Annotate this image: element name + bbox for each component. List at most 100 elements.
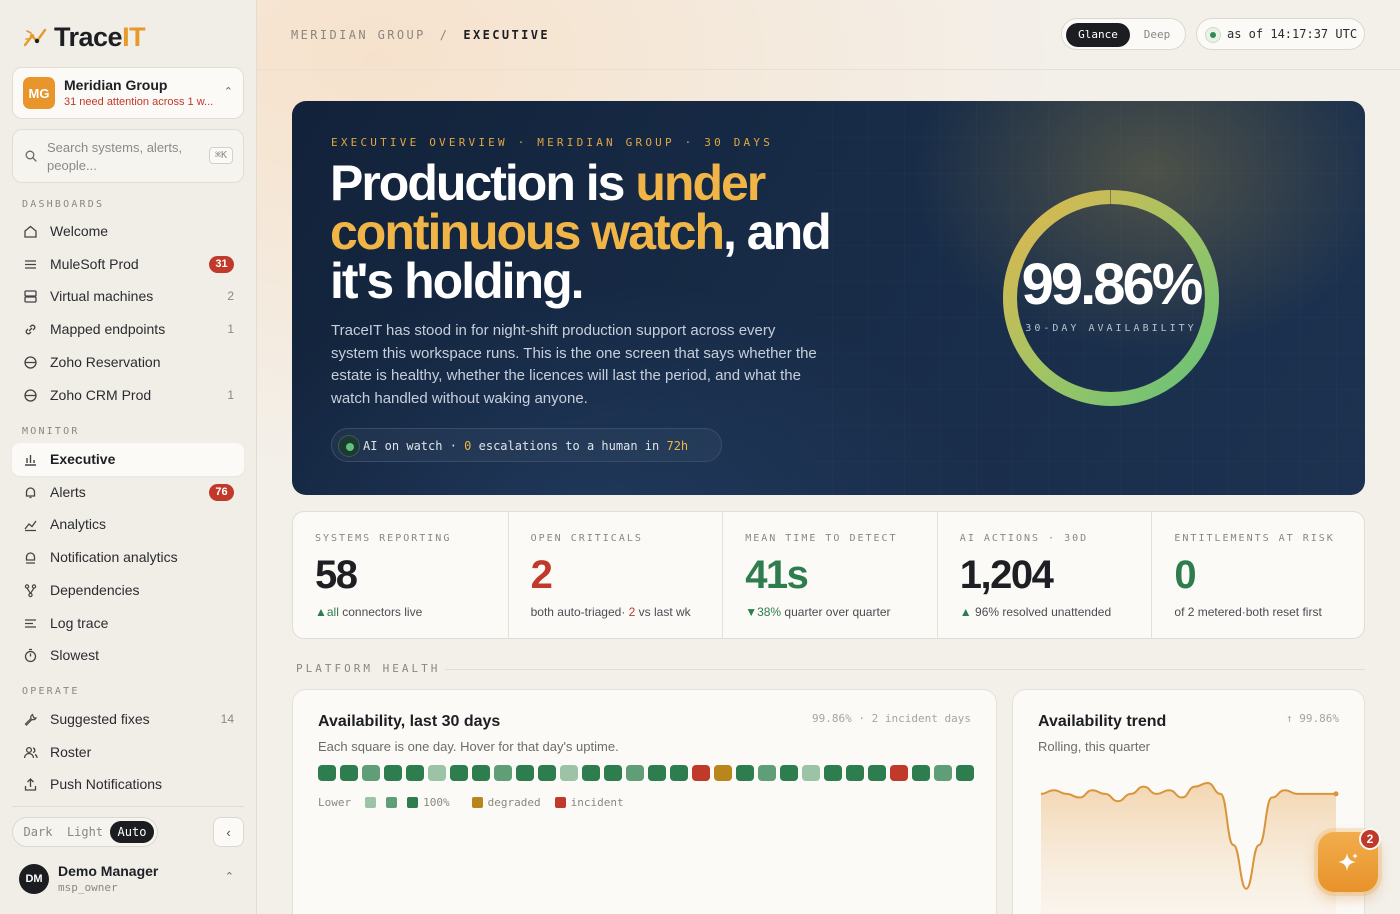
availability-legend: Lower 100% degraded incident bbox=[318, 796, 624, 809]
theme-dark-option[interactable]: Dark bbox=[16, 821, 60, 843]
legend-incident: incident bbox=[570, 796, 624, 809]
day-square[interactable] bbox=[846, 765, 864, 781]
day-square[interactable] bbox=[538, 765, 556, 781]
legend-lower: Lower bbox=[318, 796, 352, 809]
sidebar-item-notification-analytics[interactable]: Notification analytics bbox=[12, 541, 244, 574]
list-icon bbox=[25, 260, 36, 269]
sidebar-item-alerts[interactable]: Alerts 76 bbox=[12, 476, 244, 509]
sidebar-item-zoho-reservation[interactable]: Zoho Reservation bbox=[12, 346, 244, 379]
day-square[interactable] bbox=[428, 765, 446, 781]
breadcrumb: MERIDIAN GROUP / EXECUTIVE bbox=[291, 28, 550, 42]
sidebar-item-analytics[interactable]: Analytics bbox=[12, 508, 244, 541]
mode-glance-option[interactable]: Glance bbox=[1066, 23, 1130, 47]
search-box[interactable]: Search systems, alerts, people... ⌘K bbox=[12, 129, 244, 183]
day-square[interactable] bbox=[912, 765, 930, 781]
sidebar-item-push-notifications[interactable]: Push Notifications bbox=[12, 768, 244, 801]
sidebar-item-roster[interactable]: Roster bbox=[12, 736, 244, 769]
day-square[interactable] bbox=[758, 765, 776, 781]
kpi-systems-reporting[interactable]: SYSTEMS REPORTING 58 ▲all connectors liv… bbox=[293, 512, 508, 638]
day-square[interactable] bbox=[692, 765, 710, 781]
workspace-switcher[interactable]: MG Meridian Group 31 need attention acro… bbox=[12, 67, 244, 119]
item-count: 1 bbox=[227, 322, 234, 337]
collapse-sidebar-button[interactable]: ‹ bbox=[213, 817, 244, 847]
sidebar-item-label: Roster bbox=[50, 743, 92, 760]
chevron-updown-icon: ⌃ bbox=[223, 86, 233, 98]
day-square[interactable] bbox=[604, 765, 622, 781]
kpi-ai-actions[interactable]: AI ACTIONS · 30D 1,204 ▲ 96% resolved un… bbox=[936, 512, 1152, 638]
availability-trend-card: Availability trend Rolling, this quarter… bbox=[1012, 689, 1365, 914]
item-count: 2 bbox=[227, 289, 234, 304]
kpi-entitlements-at-risk[interactable]: ENTITLEMENTS AT RISK 0 of 2 metered·both… bbox=[1151, 512, 1364, 638]
sidebar-item-label: Executive bbox=[50, 451, 116, 467]
day-square[interactable] bbox=[494, 765, 512, 781]
sidebar-item-welcome[interactable]: Welcome bbox=[12, 215, 244, 248]
circle-minus-icon bbox=[24, 356, 37, 369]
ai-watch-pill: AI on watch · 0 escalations to a human i… bbox=[331, 428, 722, 462]
day-square[interactable] bbox=[934, 765, 952, 781]
link-icon bbox=[25, 324, 36, 335]
sidebar-item-mapped-endpoints[interactable]: Mapped endpoints 1 bbox=[12, 313, 244, 346]
day-square[interactable] bbox=[516, 765, 534, 781]
search-input[interactable]: Search systems, alerts, people... bbox=[47, 139, 197, 175]
item-count: 14 bbox=[220, 712, 234, 726]
day-square[interactable] bbox=[714, 765, 732, 781]
live-status-dot-icon bbox=[1205, 27, 1221, 43]
breadcrumb-current: EXECUTIVE bbox=[463, 28, 550, 42]
day-square[interactable] bbox=[868, 765, 886, 781]
day-square[interactable] bbox=[318, 765, 336, 781]
day-square[interactable] bbox=[626, 765, 644, 781]
kpi-strip: SYSTEMS REPORTING 58 ▲all connectors liv… bbox=[292, 511, 1365, 639]
day-square[interactable] bbox=[582, 765, 600, 781]
sidebar-item-suggested-fixes[interactable]: Suggested fixes 14 bbox=[12, 703, 244, 736]
kpi-mean-time-to-detect[interactable]: MEAN TIME TO DETECT 41s ▼38% quarter ove… bbox=[722, 512, 937, 638]
day-square[interactable] bbox=[406, 765, 424, 781]
breadcrumb-root[interactable]: MERIDIAN GROUP bbox=[291, 28, 426, 42]
day-square[interactable] bbox=[802, 765, 820, 781]
topbar: MERIDIAN GROUP / EXECUTIVE Glance Deep as … bbox=[257, 0, 1400, 70]
sidebar-item-label: Slowest bbox=[50, 647, 100, 664]
user-menu[interactable]: DM Demo Manager msp_owner ⌃ bbox=[12, 858, 244, 898]
log-icon bbox=[25, 618, 36, 628]
bar-chart-icon bbox=[25, 455, 36, 466]
sidebar-item-log-trace[interactable]: Log trace bbox=[12, 607, 244, 640]
day-square[interactable] bbox=[340, 765, 358, 781]
home-icon bbox=[24, 225, 37, 238]
sidebar-item-zoho-crm-prod[interactable]: Zoho CRM Prod 1 bbox=[12, 379, 244, 412]
day-square[interactable] bbox=[824, 765, 842, 781]
day-square[interactable] bbox=[472, 765, 490, 781]
user-name: Demo Manager bbox=[58, 863, 159, 879]
card-meta: ↑ 99.86% bbox=[1286, 712, 1339, 725]
sidebar-item-dependencies[interactable]: Dependencies bbox=[12, 574, 244, 607]
day-square[interactable] bbox=[670, 765, 688, 781]
kpi-value: 2 bbox=[530, 553, 553, 597]
day-square[interactable] bbox=[890, 765, 908, 781]
legend-swatch bbox=[365, 797, 377, 808]
day-square[interactable] bbox=[560, 765, 578, 781]
server-icon bbox=[24, 290, 37, 304]
day-square[interactable] bbox=[780, 765, 798, 781]
sidebar-item-executive[interactable]: Executive bbox=[12, 443, 244, 476]
day-square[interactable] bbox=[956, 765, 974, 781]
workspace-attention-text: 31 need attention across 1 w... bbox=[64, 96, 214, 108]
theme-light-option[interactable]: Light bbox=[62, 821, 108, 843]
sidebar-item-mulesoft-prod[interactable]: MuleSoft Prod 31 bbox=[12, 248, 244, 281]
hero-description: TraceIT has stood in for night-shift pro… bbox=[331, 322, 817, 407]
card-title: Availability trend bbox=[1038, 713, 1167, 730]
day-square[interactable] bbox=[384, 765, 402, 781]
kpi-label: OPEN CRITICALS bbox=[530, 533, 643, 544]
day-square[interactable] bbox=[736, 765, 754, 781]
sidebar-item-label: Zoho CRM Prod bbox=[50, 386, 152, 403]
mode-deep-option[interactable]: Deep bbox=[1132, 23, 1182, 47]
line-chart-icon bbox=[24, 521, 37, 532]
day-square[interactable] bbox=[362, 765, 380, 781]
brand-logo[interactable]: TraceIT bbox=[22, 22, 146, 53]
sidebar-item-virtual-machines[interactable]: Virtual machines 2 bbox=[12, 280, 244, 313]
kpi-open-criticals[interactable]: OPEN CRITICALS 2 both auto-triaged· 2 vs… bbox=[507, 512, 723, 638]
day-square[interactable] bbox=[450, 765, 468, 781]
sidebar-item-slowest[interactable]: Slowest bbox=[12, 639, 244, 672]
day-square[interactable] bbox=[648, 765, 666, 781]
theme-auto-option[interactable]: Auto bbox=[110, 821, 154, 843]
sidebar-item-label: Notification analytics bbox=[50, 549, 178, 566]
legend-swatch bbox=[471, 797, 483, 808]
sidebar-item-label: Analytics bbox=[50, 516, 107, 533]
